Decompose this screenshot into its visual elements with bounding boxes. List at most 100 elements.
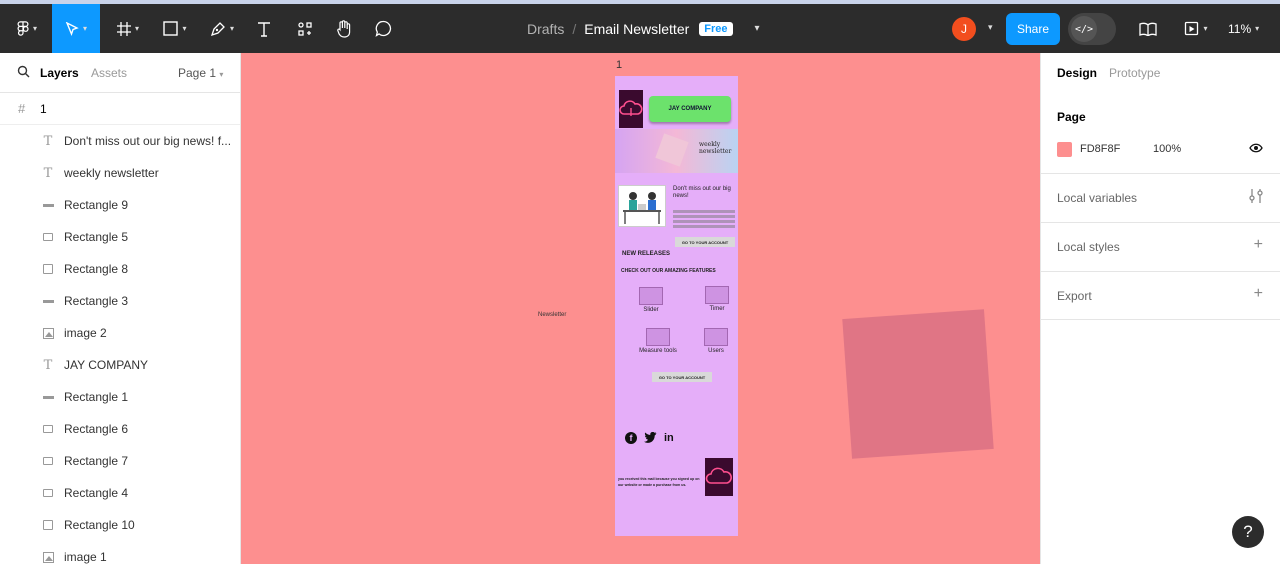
toolbar: ▾ ▾ ▾ ▾ ▾ Drafts / Email Newsletter Free…	[0, 4, 1280, 53]
add-style-plus-icon[interactable]: +	[1254, 236, 1263, 254]
rectangle-layer-icon	[41, 422, 55, 436]
hero-banner: weekly newsletter	[615, 129, 738, 173]
present-icon[interactable]: ▾	[1176, 4, 1216, 53]
chevron-down-icon: ▾	[219, 69, 224, 79]
page-selector[interactable]: Page 1 ▾	[178, 66, 223, 80]
hand-tool-icon[interactable]	[330, 4, 358, 53]
local-styles-section[interactable]: Local styles +	[1041, 222, 1280, 271]
tab-layers[interactable]: Layers	[40, 66, 79, 80]
image-layer-icon	[41, 550, 55, 564]
footer-logo-image	[705, 458, 733, 496]
export-label: Export	[1057, 289, 1092, 303]
layer-row[interactable]: Rectangle 1	[0, 381, 240, 413]
text-tool-icon[interactable]	[250, 4, 278, 53]
layer-row[interactable]: Rectangle 10	[0, 509, 240, 541]
export-section[interactable]: Export +	[1041, 271, 1280, 320]
layer-row[interactable]: image 1	[0, 541, 240, 564]
newsletter-text-layer[interactable]: Newsletter	[538, 312, 566, 318]
layer-label: Rectangle 10	[64, 518, 135, 532]
layer-row[interactable]: Rectangle 5	[0, 221, 240, 253]
tab-design[interactable]: Design	[1057, 66, 1097, 80]
layer-row[interactable]: Tweekly newsletter	[0, 157, 240, 189]
local-variables-section[interactable]: Local variables	[1041, 173, 1280, 222]
layer-label: Rectangle 1	[64, 390, 129, 404]
layer-row[interactable]: image 2	[0, 317, 240, 349]
page-color-hex[interactable]: FD8F8F	[1080, 143, 1120, 155]
social-icons: f in	[625, 431, 674, 446]
tab-prototype[interactable]: Prototype	[1109, 66, 1160, 80]
tab-assets[interactable]: Assets	[91, 66, 127, 80]
page-section-title: Page	[1057, 110, 1086, 124]
dev-mode-toggle[interactable]: </>	[1068, 13, 1116, 45]
hero-title-line1: weekly	[699, 141, 721, 148]
library-icon[interactable]	[1134, 4, 1162, 53]
frame-label[interactable]: 1	[616, 59, 622, 71]
layer-label: Don't miss out our big news! f...	[64, 134, 232, 148]
layer-label: Rectangle 6	[64, 422, 129, 436]
move-tool-icon[interactable]: ▾	[52, 4, 100, 53]
layer-label: JAY COMPANY	[64, 358, 149, 372]
envelope-icon	[655, 133, 689, 167]
canvas[interactable]: 1 Newsletter JAY COMPANY weekly newslett…	[241, 53, 1040, 564]
local-styles-label: Local styles	[1057, 240, 1120, 254]
pen-tool-icon[interactable]: ▾	[202, 4, 242, 53]
left-panel-tabs: Layers Assets Page 1 ▾	[0, 53, 240, 93]
breadcrumb-separator: /	[572, 20, 577, 37]
avatar[interactable]: J	[952, 17, 976, 41]
right-panel-tabs: Design Prototype	[1041, 53, 1280, 93]
page-color-swatch[interactable]	[1057, 142, 1072, 157]
help-button[interactable]: ?	[1232, 516, 1264, 548]
zoom-value: 11%	[1228, 21, 1252, 36]
file-menu-chevron-icon[interactable]: ▾	[755, 23, 760, 34]
share-button[interactable]: Share	[1006, 13, 1060, 45]
account-button-1: GO TO YOUR ACCOUNT	[675, 237, 735, 247]
news-title: Don't miss out our big news!	[673, 186, 731, 199]
text-layer-icon: T	[43, 357, 53, 373]
plan-badge[interactable]: Free	[699, 21, 733, 36]
code-icon: </>	[1071, 16, 1097, 42]
rectangle-layer-icon	[41, 230, 55, 244]
layer-label: image 2	[64, 326, 107, 340]
facebook-icon: f	[625, 432, 637, 444]
frame-icon: #	[18, 101, 26, 116]
layer-row[interactable]: Rectangle 4	[0, 477, 240, 509]
layer-row[interactable]: Rectangle 8	[0, 253, 240, 285]
layer-row[interactable]: Rectangle 7	[0, 445, 240, 477]
page-selector-label: Page 1	[178, 65, 217, 80]
company-button: JAY COMPANY	[649, 96, 731, 122]
layer-row[interactable]: T JAY COMPANY	[0, 349, 240, 381]
new-releases-heading: NEW RELEASES	[622, 251, 671, 257]
resources-icon[interactable]	[290, 4, 320, 53]
layer-label: Rectangle 7	[64, 454, 129, 468]
text-layer-icon: T	[43, 165, 53, 181]
file-name[interactable]: Email Newsletter	[584, 21, 689, 37]
page-color-opacity[interactable]: 100%	[1153, 143, 1181, 155]
layer-row[interactable]: Rectangle 6	[0, 413, 240, 445]
shape-tool-icon[interactable]: ▾	[155, 4, 195, 53]
search-icon[interactable]	[17, 65, 30, 81]
zoom-level[interactable]: 11% ▾	[1228, 4, 1259, 53]
variables-icon[interactable]	[1249, 188, 1263, 207]
image-layer-icon	[41, 326, 55, 340]
breadcrumb-drafts[interactable]: Drafts	[527, 21, 564, 37]
eye-icon[interactable]	[1249, 142, 1263, 156]
hero-title: weekly newsletter	[699, 141, 731, 155]
comment-icon[interactable]	[369, 4, 397, 53]
layer-row[interactable]: Rectangle 3	[0, 285, 240, 317]
layer-row[interactable]: Rectangle 9	[0, 189, 240, 221]
footer-text: you received this mail because you signe…	[618, 477, 700, 487]
layer-label: weekly newsletter	[64, 166, 159, 180]
features-rectangle[interactable]	[842, 309, 994, 459]
email-frame[interactable]: JAY COMPANY weekly newsletter Don't miss…	[615, 76, 738, 536]
square-layer-icon	[41, 518, 55, 532]
multiplayer-chevron-icon[interactable]: ▾	[988, 22, 993, 33]
figma-menu-icon[interactable]: ▾	[8, 4, 46, 53]
frame-layer-name: 1	[40, 101, 47, 116]
layer-label: Rectangle 5	[64, 230, 129, 244]
add-export-plus-icon[interactable]: +	[1254, 285, 1263, 303]
illustration-image	[618, 185, 666, 227]
layer-row[interactable]: T Don't miss out our big news! f...	[0, 125, 240, 157]
square-layer-icon	[41, 262, 55, 276]
frame-layer-row[interactable]: # 1	[0, 93, 240, 125]
frame-tool-icon[interactable]: ▾	[108, 4, 148, 53]
